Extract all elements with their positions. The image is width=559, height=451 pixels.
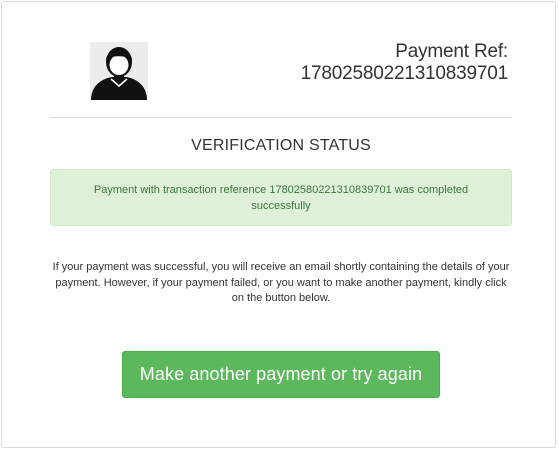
- verification-status-title: VERIFICATION STATUS: [191, 137, 371, 154]
- verification-card: Payment Ref: 17802580221310839701 VERIFI…: [1, 1, 556, 448]
- success-alert: Payment with transaction reference 17802…: [50, 169, 512, 226]
- payment-reference: Payment Ref: 17802580221310839701: [300, 41, 509, 85]
- payment-info-text: If your payment was successful, you will…: [52, 261, 510, 304]
- payment-ref-number: 17802580221310839701: [300, 63, 509, 84]
- retry-payment-button[interactable]: Make another payment or try again: [122, 351, 440, 398]
- user-silhouette-icon: [90, 42, 148, 100]
- payment-ref-label: Payment Ref:: [395, 41, 508, 62]
- success-alert-message: Payment with transaction reference 17802…: [93, 184, 469, 212]
- header-divider: [50, 117, 512, 118]
